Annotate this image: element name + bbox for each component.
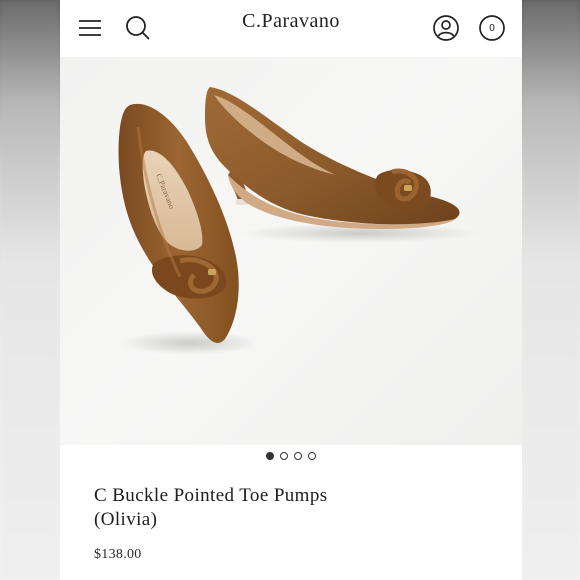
product-image[interactable]: C.Paravano [60,57,522,445]
product-price: $138.00 [94,547,142,562]
product-title: C Buckle Pointed Toe Pumps (Olivia) [94,484,494,532]
backdrop-left [0,0,60,580]
product-title-line2: (Olivia) [94,509,158,530]
product-title-line1: C Buckle Pointed Toe Pumps [94,485,328,506]
carousel-pagination [60,452,522,464]
product-photo-shoes: C.Paravano [118,87,480,355]
carousel-dot-1[interactable] [266,452,274,460]
header-bar: C.Paravano 0 [60,0,522,56]
right-shoe [205,87,460,229]
cart-button[interactable]: 0 [476,12,508,44]
carousel-dot-2[interactable] [280,452,288,460]
carousel-dot-4[interactable] [308,452,316,460]
account-icon [433,15,459,41]
mobile-page: C.Paravano 0 C.Paravano C Buckle Pointed… [60,0,522,580]
carousel-dot-3[interactable] [294,452,302,460]
cart-count-badge: 0 [489,22,495,34]
backdrop-right [522,0,580,580]
account-button[interactable] [430,12,462,44]
